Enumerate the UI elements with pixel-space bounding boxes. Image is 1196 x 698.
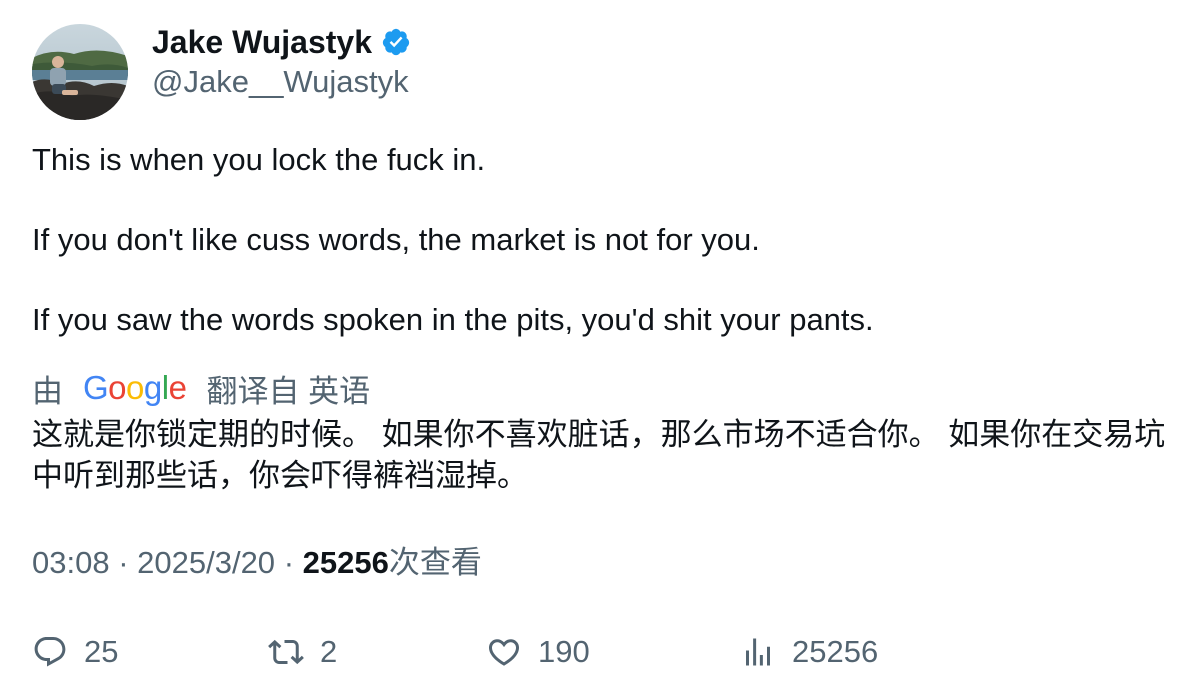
like-count: 190 (538, 634, 590, 669)
tweet-card: Jake Wujastyk @Jake__Wujastyk This is wh… (0, 0, 1196, 698)
tweet-time[interactable]: 03:08 (32, 545, 110, 580)
reply-button[interactable]: 25 (32, 630, 118, 674)
meta-separator: · (283, 545, 303, 580)
tweet-header: Jake Wujastyk @Jake__Wujastyk (32, 24, 411, 120)
views-label: 次查看 (388, 545, 482, 580)
bar-chart-icon (746, 638, 770, 666)
google-logo: Google (83, 369, 187, 406)
reply-icon (34, 637, 66, 667)
views-button[interactable]: 25256 (740, 630, 878, 674)
tweet-paragraph: If you don't like cuss words, the market… (32, 222, 760, 257)
verified-badge-icon[interactable] (381, 27, 411, 57)
reply-count: 25 (84, 634, 119, 669)
views-action-count: 25256 (792, 634, 879, 669)
tweet-actions: 25 2 190 25256 (32, 630, 1172, 674)
display-name[interactable]: Jake Wujastyk (152, 24, 372, 60)
retweet-icon (268, 639, 304, 665)
tweet-text: This is when you lock the fuck in. If yo… (32, 140, 1162, 340)
avatar-photo (32, 24, 128, 120)
translation-suffix: 翻译自 英语 (206, 373, 371, 409)
translation-prefix: 由 (32, 373, 63, 409)
tweet-metadata: 03:08 · 2025/3/20 · 25256次查看 (32, 543, 482, 583)
retweet-count: 2 (320, 634, 338, 669)
translated-text: 这就是你锁定期的时候。 如果你不喜欢脏话，那么市场不适合你。 如果你在交易坑中听… (32, 417, 1166, 493)
retweet-button[interactable]: 2 (268, 630, 337, 674)
display-name-row: Jake Wujastyk (152, 24, 411, 60)
tweet-paragraph: If you saw the words spoken in the pits,… (32, 302, 874, 337)
author-names: Jake Wujastyk @Jake__Wujastyk (152, 24, 411, 100)
translation-attribution[interactable]: 由 Google 翻译自 英语 (32, 367, 370, 409)
avatar[interactable] (32, 24, 128, 120)
meta-separator: · (118, 545, 138, 580)
author-handle[interactable]: @Jake__Wujastyk (152, 64, 411, 100)
tweet-date[interactable]: 2025/3/20 (137, 545, 275, 580)
heart-icon (488, 639, 520, 666)
views-count: 25256 (302, 545, 389, 580)
tweet-paragraph: This is when you lock the fuck in. (32, 142, 486, 177)
like-button[interactable]: 190 (486, 630, 590, 674)
